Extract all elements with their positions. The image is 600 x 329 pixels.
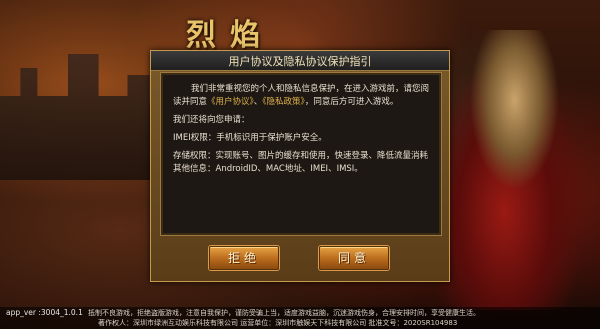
agreement-content: 我们非常重视您的个人和隐私信息保护，在进入游戏前，请您阅读并同意《用户协议》、《… [160, 72, 442, 236]
copyright-info: 著作权人：深圳市绿洲互动娱乐科技有限公司 运营单位：深圳市触娱天下科技有限公司 … [98, 319, 458, 327]
dialog-title-bar: 用户协议及隐私协议保护指引 [151, 51, 449, 71]
app-version: app_ver :3004_1.0.1 [6, 308, 83, 317]
privacy-policy-link[interactable]: 《隐私政策》 [262, 97, 305, 107]
reject-button[interactable]: 拒绝 [209, 246, 279, 270]
footer-bar: app_ver :3004_1.0.1 抵制不良游戏，拒绝盗版游戏，注意自我保护… [0, 307, 600, 329]
privacy-dialog: 用户协议及隐私协议保护指引 我们非常重视您的个人和隐私信息保护，在进入游戏前，请… [150, 50, 450, 282]
intro-paragraph: 我们非常重视您的个人和隐私信息保护，在进入游戏前，请您阅读并同意《用户协议》、《… [173, 83, 429, 109]
agree-button[interactable]: 同意 [319, 246, 389, 270]
user-agreement-link[interactable]: 《用户协议》 [207, 97, 254, 107]
storage-permission-text: 存储权限：实现账号、图片的缓存和使用，快速登录、降低流量消耗其他信息：Andro… [173, 151, 429, 174]
permissions-heading: 我们还将向您申请： [173, 115, 250, 125]
intro-text-after: ，同意后方可进入游戏。 [304, 97, 399, 107]
game-logo: 烈焰 [186, 18, 274, 53]
imei-permission-text: IMEI权限：手机标识用于保护账户安全。 [173, 133, 327, 143]
dialog-title: 用户协议及隐私协议保护指引 [228, 55, 372, 68]
health-notice: 抵制不良游戏，拒绝盗版游戏，注意自我保护，谨防受骗上当，适度游戏益脑，沉迷游戏伤… [88, 309, 480, 317]
